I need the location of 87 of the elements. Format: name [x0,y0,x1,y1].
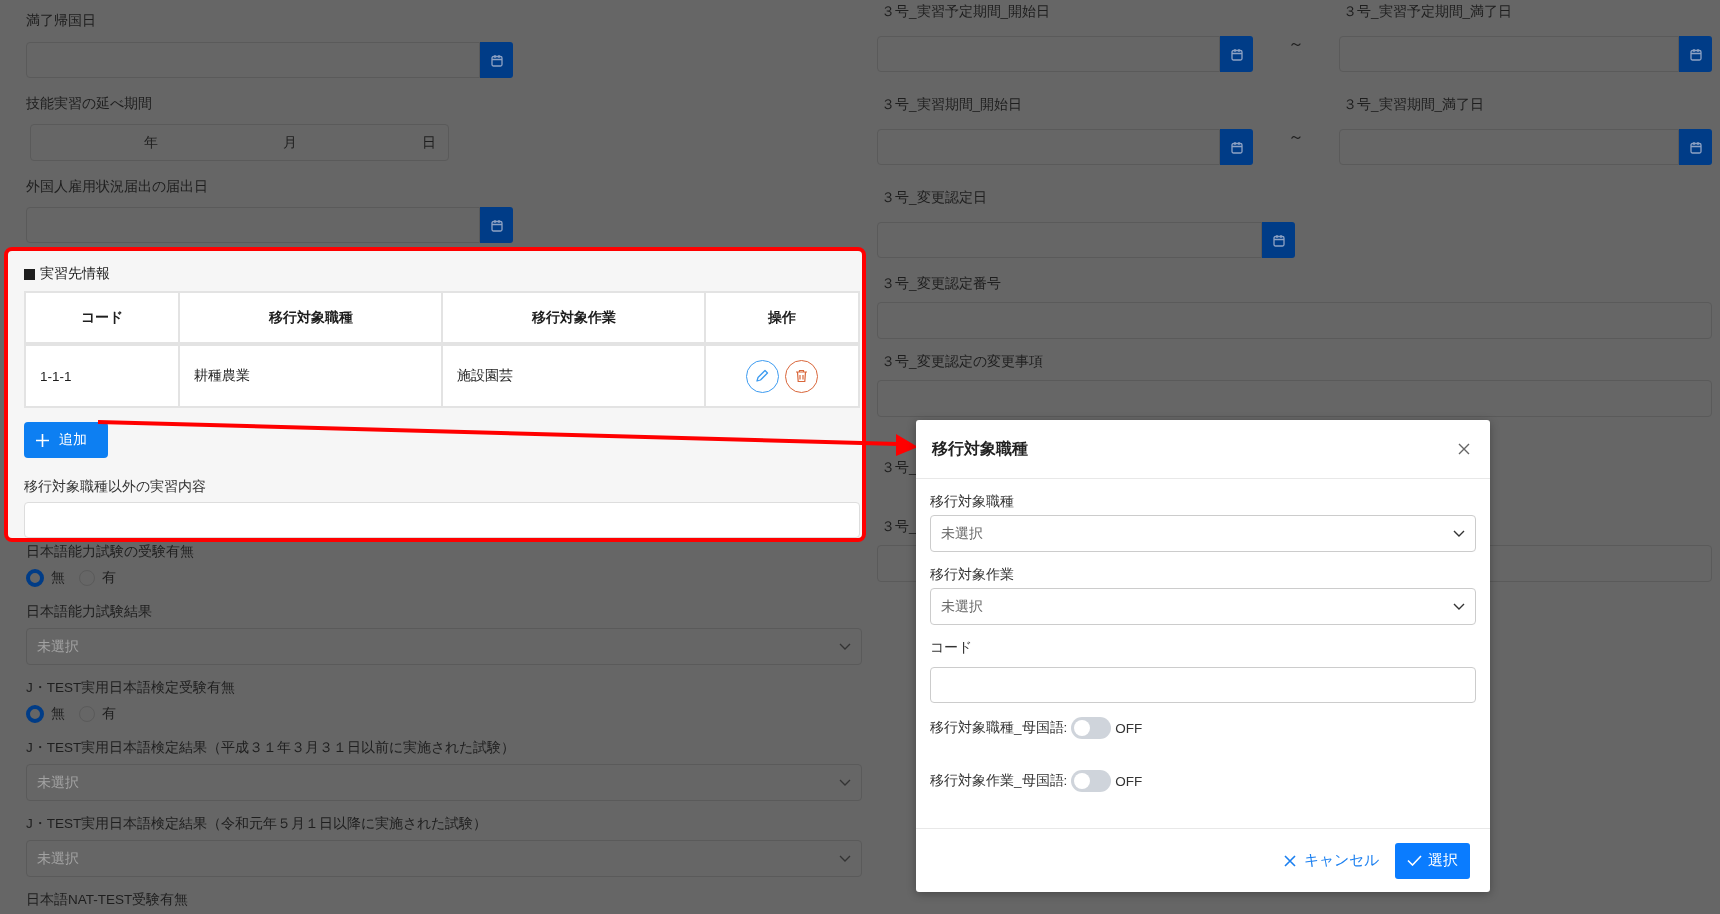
chevron-icon [1453,603,1465,610]
field-label: 日本語能力試験の受験有無 [26,543,195,561]
range-separator: ～ [1287,34,1305,54]
pencil-icon [755,369,769,383]
check-icon [1407,855,1422,866]
column-header: 移行対象作業 [442,292,705,344]
date-field[interactable] [877,222,1262,258]
close-icon [1284,854,1296,867]
calendar-button[interactable] [1679,129,1712,165]
unit-label: 年 [143,133,159,152]
square-icon [24,268,35,280]
field-label: J・TEST実用日本語検定結果（平成３１年３月３１日以前に実施された試験） [26,739,517,757]
field-label: ３号_実習予定期間_開始日 [880,3,1051,21]
calendar-icon [1272,233,1285,247]
radio-label[interactable]: 有 [102,704,116,724]
chevron-icon [839,643,851,650]
duration-field[interactable]: 年 月 日 [30,124,449,161]
toggle-label: 移行対象作業_母国語: [930,772,1068,790]
date-field[interactable] [1339,129,1679,165]
field-label: ３号_変更認定番号 [880,275,1001,293]
field-label: J・TEST実用日本語検定結果（令和元年５月１日以降に実施された試験） [26,815,489,833]
column-header: コード [25,292,179,344]
select-button[interactable]: 選択 [1395,842,1470,879]
field-label: ３号_実習期間_開始日 [880,96,1023,114]
dialog-title: 移行対象職種 [932,438,1028,459]
table-cell: 耕種農業 [179,344,442,407]
select-field[interactable]: 未選択 [930,588,1476,625]
toggle-switch[interactable] [1071,717,1112,739]
field-label: ３号_実習期間_満了日 [1342,96,1485,114]
toggle-switch[interactable] [1071,770,1112,792]
radio-label[interactable]: 有 [102,568,116,588]
date-field[interactable] [877,36,1220,72]
table-cell: 施設園芸 [442,344,705,407]
date-field[interactable] [26,207,480,243]
calendar-icon [1230,140,1243,154]
unit-label: 日 [421,133,437,152]
calendar-button[interactable] [480,207,513,243]
chevron-icon [839,779,851,786]
cancel-button[interactable]: キャンセル [1284,851,1379,870]
field-label: ３号_変更認定の変更事項 [880,353,1043,371]
field-label: 移行対象職種 [930,493,1015,511]
field-label: 外国人雇用状況届出の届出日 [26,178,209,196]
calendar-icon [1689,140,1702,154]
calendar-button[interactable] [1220,36,1253,72]
radio-label[interactable]: 無 [51,704,65,724]
calendar-button[interactable] [1220,129,1253,165]
radio-label[interactable]: 無 [51,568,65,588]
calendar-icon [1230,47,1243,61]
toggle-state: OFF [1115,720,1143,736]
unit-label: 月 [282,133,298,152]
radio-button[interactable] [26,569,44,587]
plus-icon [36,433,49,447]
column-header: 操作 [705,292,859,344]
calendar-icon [490,218,503,232]
section-title: 実習先情報 [40,265,110,283]
field-label: 移行対象作業 [930,566,1015,584]
select-field[interactable]: 未選択 [930,515,1476,552]
toggle-label: 移行対象職種_母国語: [930,719,1068,737]
date-field[interactable] [26,42,480,78]
add-button[interactable]: 追加 [24,422,108,458]
field-label: 技能実習の延べ期間 [26,95,153,113]
close-icon [1458,443,1470,455]
edit-button[interactable] [745,359,779,393]
date-field[interactable] [877,129,1220,165]
chevron-icon [1453,530,1465,537]
field-label: J・TEST実用日本語検定受験有無 [26,679,237,697]
delete-button[interactable] [784,359,818,393]
field-label: ３号_実習予定期間_満了日 [1342,3,1513,21]
range-separator: ～ [1287,127,1305,147]
date-field[interactable] [1339,36,1679,72]
calendar-icon [490,53,503,67]
field-label: 日本語能力試験結果 [26,603,153,621]
calendar-icon [1689,47,1702,61]
table-cell: 1-1-1 [25,344,179,407]
radio-button[interactable] [26,705,44,723]
chevron-icon [839,855,851,862]
field-label: コード [930,639,973,657]
calendar-button[interactable] [1679,36,1712,72]
calendar-button[interactable] [480,42,513,78]
toggle-state: OFF [1115,773,1143,789]
field-label: 日本語NAT-TEST受験有無 [26,891,190,909]
trash-icon [794,369,808,383]
calendar-button[interactable] [1262,222,1295,258]
column-header: 移行対象職種 [179,292,442,344]
field-label: 移行対象職種以外の実習内容 [24,478,207,496]
field-label: 満了帰国日 [26,12,97,30]
field-label: ３号_変更認定日 [880,189,987,207]
